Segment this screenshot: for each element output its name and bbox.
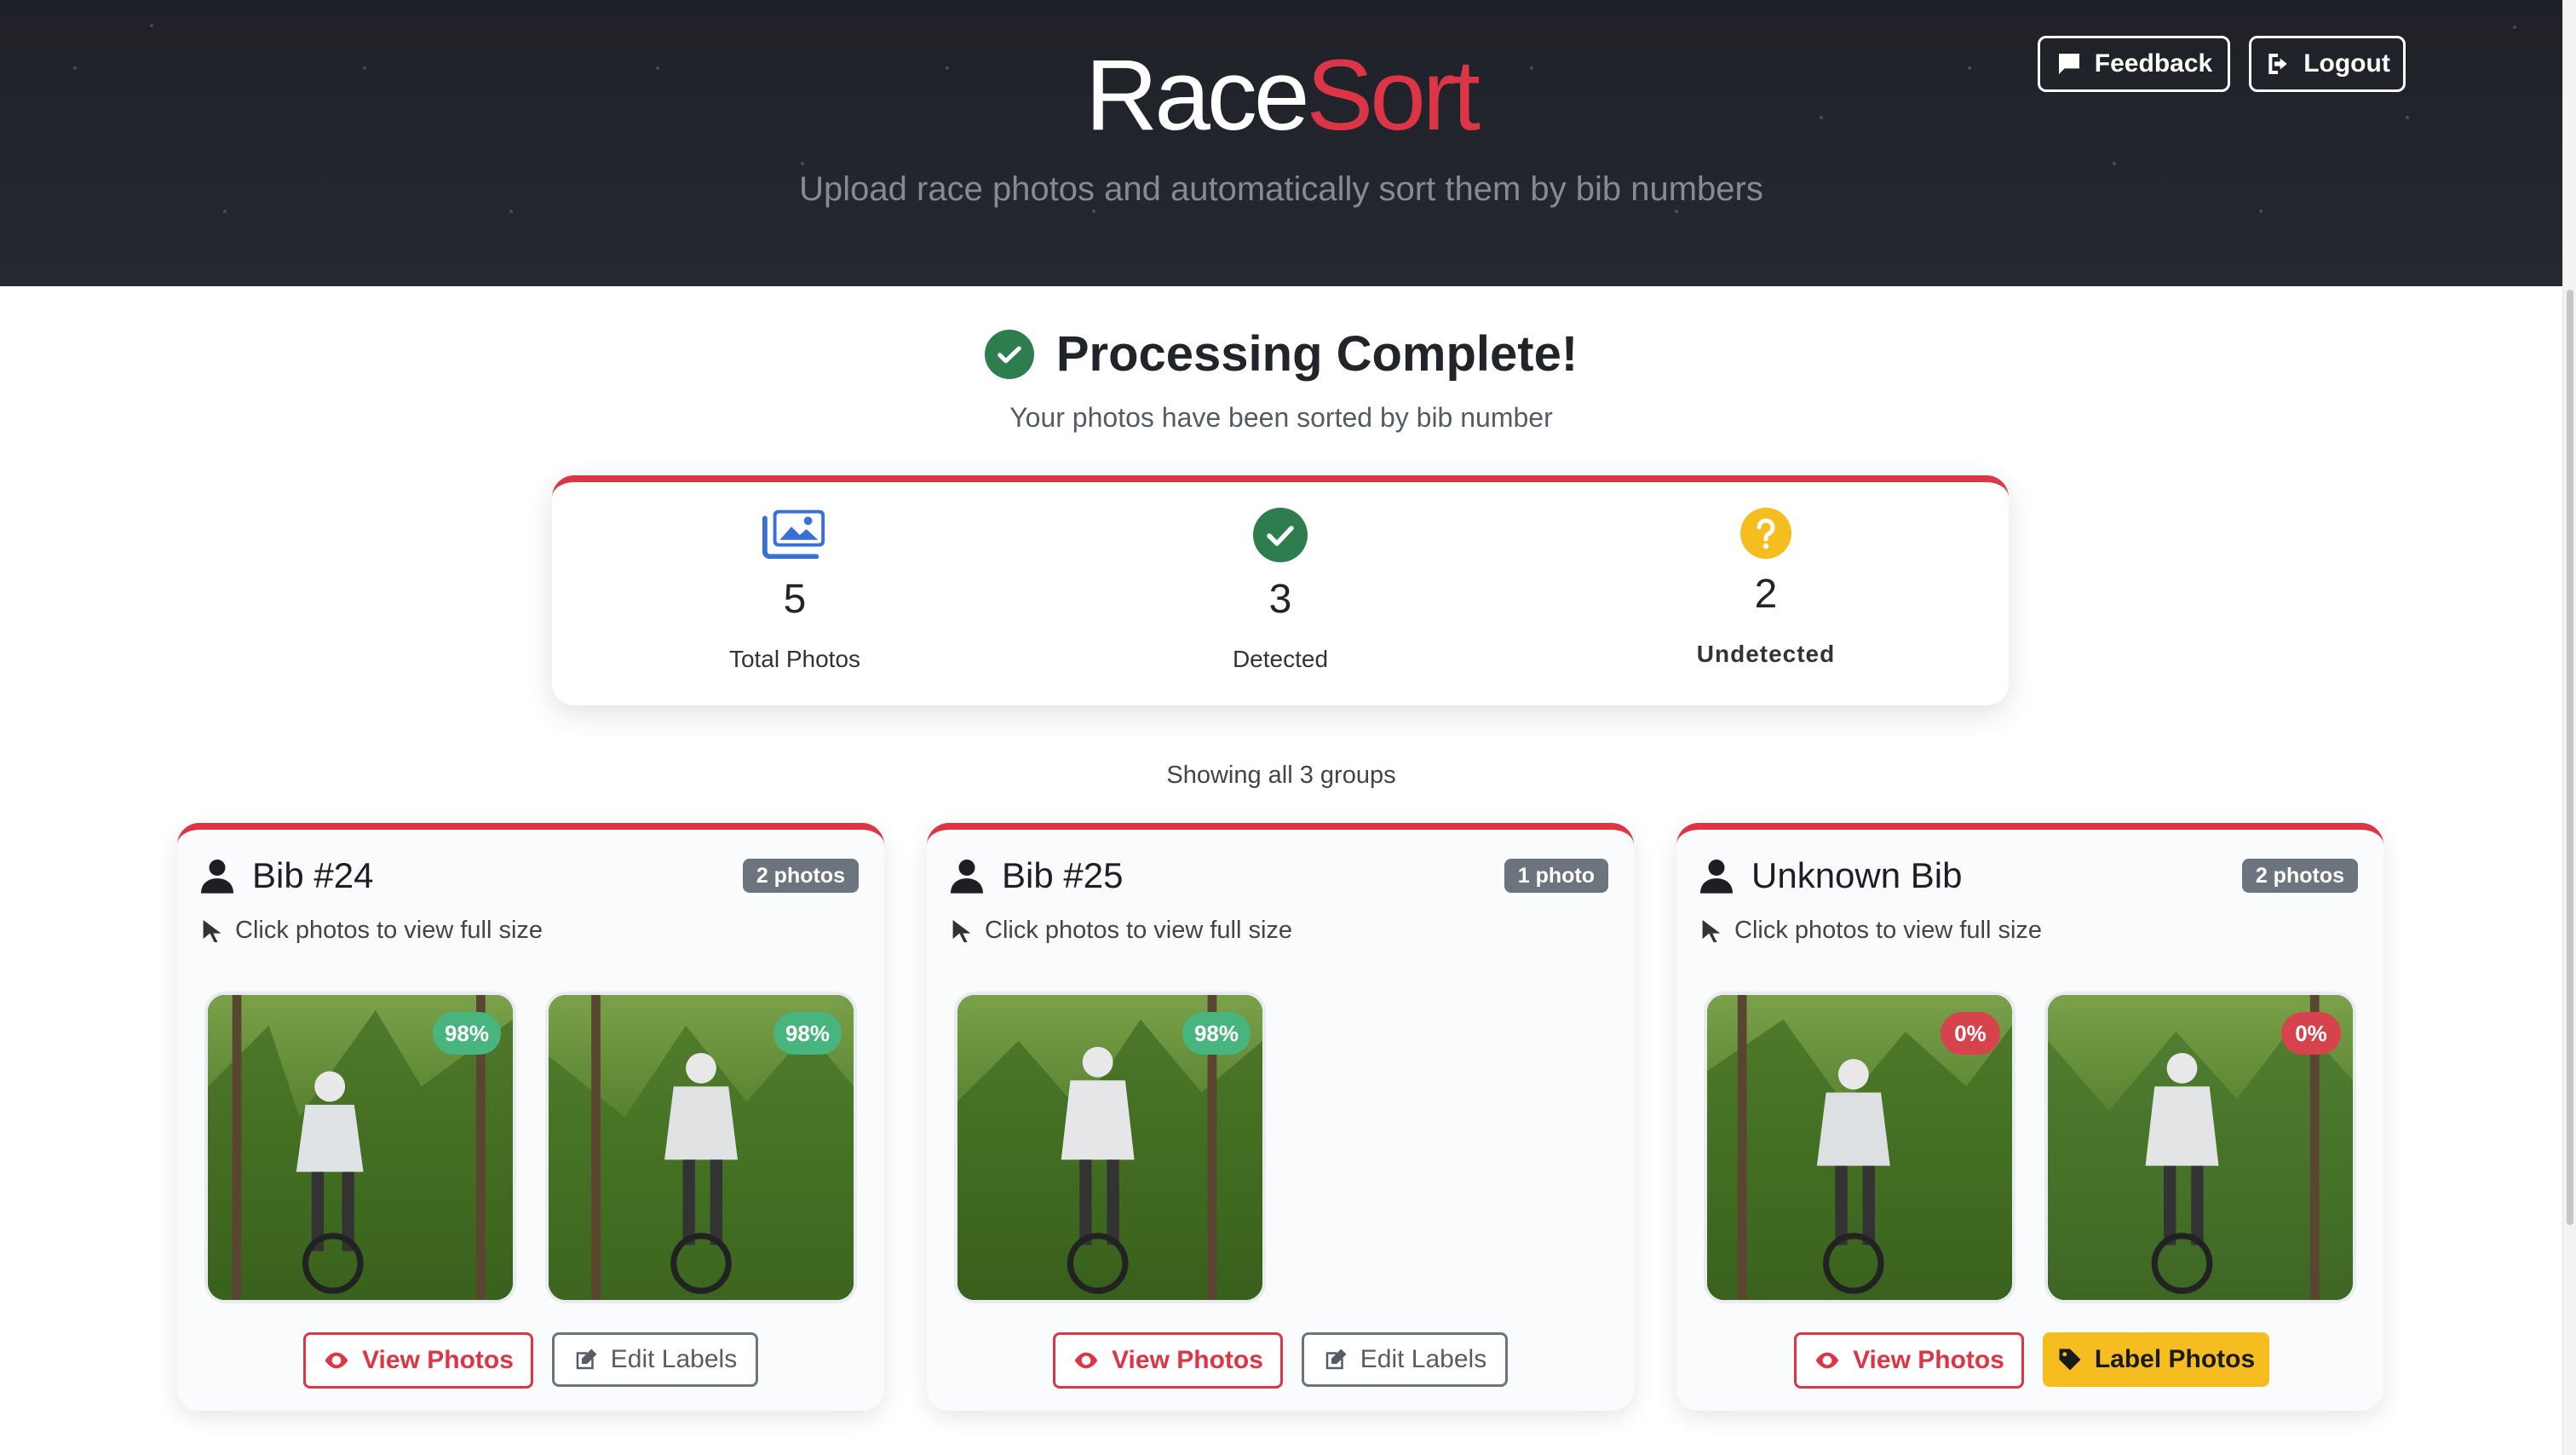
confidence-badge: 0% [1941,1012,2000,1055]
pointer-icon [203,919,221,942]
view-photos-button[interactable]: View Photos [1794,1332,2024,1389]
confidence-badge: 98% [773,1012,842,1055]
images-icon [762,509,825,559]
confidence-badge: 98% [432,1012,501,1055]
edit-labels-label: Edit Labels [1360,1345,1487,1373]
feedback-button[interactable]: Feedback [2038,36,2230,92]
group-title: Bib #24 [252,855,374,895]
star-dot [801,162,804,165]
card-header: Unknown Bib [1700,855,1962,896]
tag-icon [2059,1349,2081,1371]
comment-icon [2058,54,2079,74]
group-title: Bib #25 [1002,855,1124,895]
eye-icon [1074,1352,1098,1369]
confidence-badge: 98% [1182,1012,1251,1055]
click-hint: Click photos to view full size [1702,917,2042,945]
stat-value: 2 [1754,572,1778,617]
logout-button[interactable]: Logout [2249,36,2406,92]
label-photos-label: Label Photos [2094,1345,2256,1373]
edit-icon [576,1349,597,1370]
star-dot [1675,210,1678,213]
question-circle-icon [1740,508,1791,559]
photo-count-badge: 1 photo [1504,859,1608,893]
stat-total-photos: 5 Total Photos [552,482,1038,705]
click-hint: Click photos to view full size [203,917,543,945]
logout-label: Logout [2303,49,2390,78]
header-hero: RaceSort Upload race photos and automati… [0,0,2562,286]
photo-thumbnail[interactable]: 98% [954,992,1266,1303]
stat-value: 5 [783,577,807,622]
brand-sort: Sort [1306,39,1481,152]
photo-count-badge: 2 photos [2241,859,2358,893]
view-photos-label: View Photos [1853,1346,2004,1374]
hint-text: Click photos to view full size [1734,917,2043,944]
brand-race: Race [1085,39,1309,152]
edit-icon [1325,1349,1347,1370]
user-icon [201,860,233,894]
star-dot [2113,162,2116,165]
stat-label: Undetected [1696,641,1836,667]
card-header: Bib #25 [951,855,1123,896]
user-icon [951,860,983,894]
eye-icon [325,1352,348,1369]
user-icon [1700,860,1733,894]
view-photos-label: View Photos [362,1346,514,1374]
feedback-label: Feedback [2094,49,2213,78]
star-dot [150,24,153,27]
photo-count-badge: 2 photos [742,859,859,893]
check-circle-icon [1253,508,1308,562]
view-photos-button[interactable]: View Photos [303,1332,533,1389]
card-header: Bib #24 [201,855,373,896]
eye-icon [1815,1352,1839,1369]
label-photos-button[interactable]: Label Photos [2043,1332,2269,1387]
star-dot [2513,26,2516,29]
group-card-bib-24: Bib #24 2 photos Click photos to view fu… [177,823,884,1411]
stat-value: 3 [1268,577,1292,622]
edit-labels-button[interactable]: Edit Labels [552,1332,758,1387]
stat-undetected: 2 Undetected [1523,482,2009,705]
view-photos-button[interactable]: View Photos [1053,1332,1283,1389]
star-dot [1092,210,1095,213]
stat-label: Total Photos [728,646,861,672]
confidence-badge: 0% [2281,1012,2341,1055]
groups-count-text: Showing all 3 groups [1166,762,1396,789]
hint-text: Click photos to view full size [235,917,543,944]
click-hint: Click photos to view full size [952,917,1292,945]
stat-label: Detected [1232,646,1329,672]
hint-text: Click photos to view full size [985,917,1293,944]
photo-thumbnail[interactable]: 98% [545,992,857,1303]
processing-status: Processing Complete! [0,325,2562,382]
scrollbar-thumb[interactable] [2567,290,2573,1225]
photo-thumbnail[interactable]: 98% [204,992,516,1303]
photo-thumbnail[interactable]: 0% [2044,992,2356,1303]
star-dot [2259,210,2263,213]
stat-detected: 3 Detected [1038,482,1523,705]
photo-thumbnail[interactable]: 0% [1704,992,2015,1303]
star-dot [509,210,513,213]
pointer-icon [952,919,971,942]
group-card-unknown-bib: Unknown Bib 2 photos Click photos to vie… [1676,823,2383,1411]
page-title: Processing Complete! [1055,326,1578,382]
status-subtitle: Your photos have been sorted by bib numb… [1009,402,1553,433]
group-card-bib-25: Bib #25 1 photo Click photos to view ful… [927,823,1634,1411]
star-dot [223,210,227,213]
check-circle-icon [984,329,1034,379]
view-photos-label: View Photos [1112,1346,1263,1374]
stats-card: 5 Total Photos 3 Detected 2 Undetected [552,475,2009,705]
tagline: Upload race photos and automatically sor… [799,170,1763,208]
edit-labels-label: Edit Labels [610,1345,738,1373]
sign-out-icon [2268,54,2287,74]
pointer-icon [1702,919,1721,942]
group-title: Unknown Bib [1751,855,1963,895]
edit-labels-button[interactable]: Edit Labels [1302,1332,1508,1387]
